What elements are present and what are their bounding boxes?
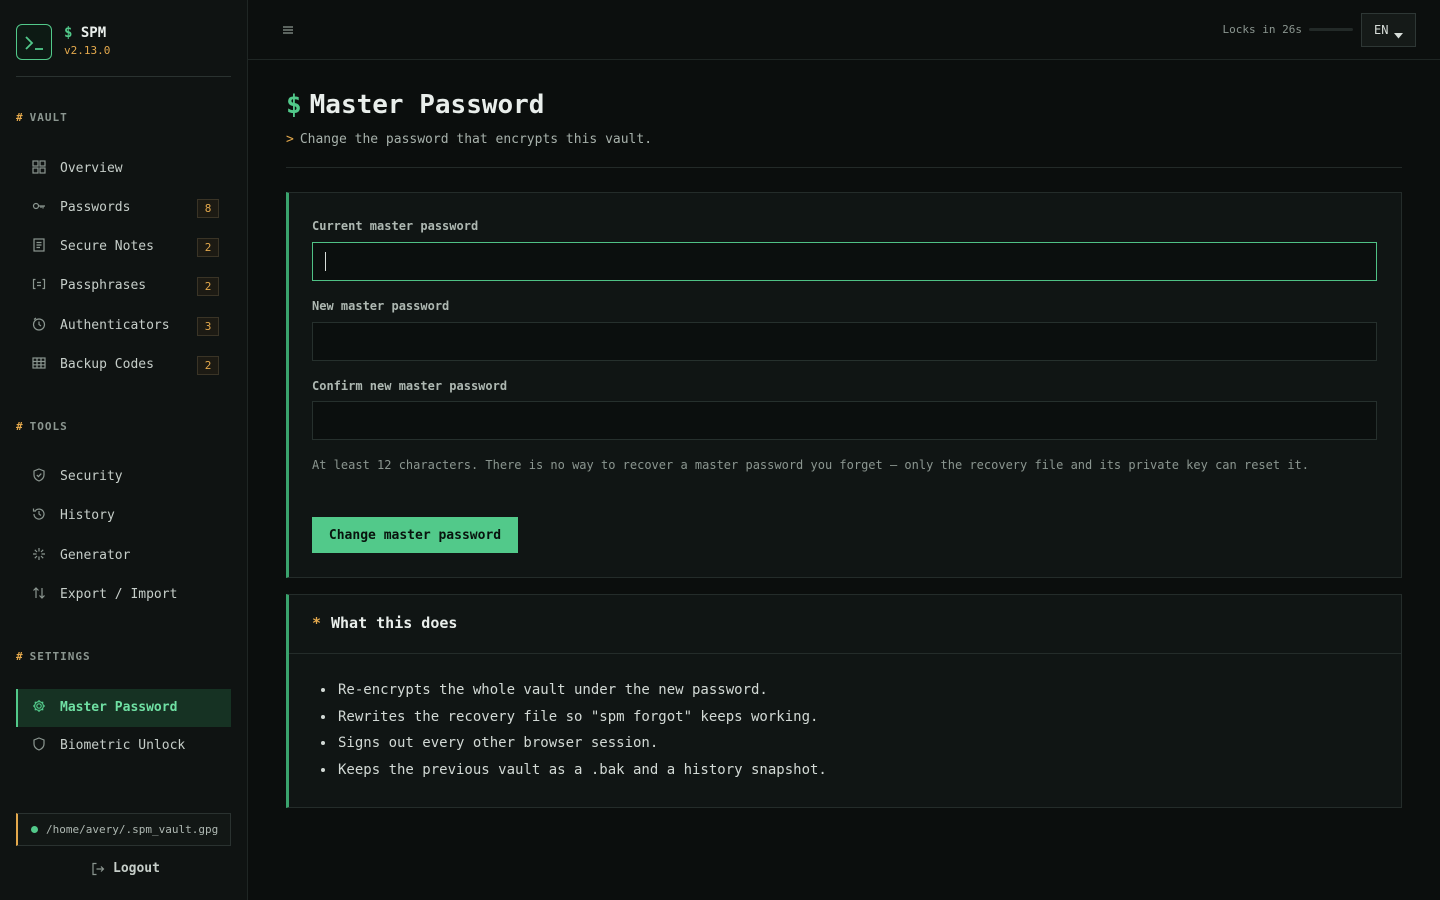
terminal-logo-icon	[16, 24, 52, 60]
sidebar-item-label: Authenticators	[60, 318, 170, 333]
sidebar: $ SPM v2.13.0 # VAULT Overview Passwords …	[0, 0, 248, 900]
count-badge: 2	[197, 356, 219, 375]
lock-timer-text: Locks in 26s	[1222, 23, 1302, 36]
sidebar-item-label: Biometric Unlock	[60, 738, 186, 753]
info-title: What this does	[331, 614, 458, 632]
sidebar-item-label: Generator	[60, 548, 131, 563]
count-badge: 8	[197, 199, 219, 218]
sidebar-item-label: Passphrases	[60, 278, 147, 293]
sidebar-item-label: Passwords	[60, 200, 131, 215]
brand: $ SPM v2.13.0	[16, 24, 231, 77]
app-name: $ SPM	[64, 25, 107, 41]
language-value: EN	[1374, 23, 1389, 37]
current-password-field[interactable]	[312, 242, 1377, 281]
timer-icon	[32, 317, 46, 331]
text-cursor	[325, 252, 326, 271]
page-subtitle: > Change the password that encrypts this …	[286, 132, 653, 147]
sidebar-item-label: Export / Import	[60, 587, 178, 602]
note-icon	[32, 238, 46, 252]
change-password-form: Current master password New master passw…	[286, 192, 1402, 578]
sidebar-item-biometric-unlock[interactable]: Biometric Unlock	[16, 727, 231, 765]
grid-icon	[32, 160, 46, 174]
info-panel: * What this does Re-encrypts the whole v…	[286, 594, 1402, 808]
section-heading-tools: # TOOLS	[16, 420, 68, 433]
vault-path-indicator: /home/avery/.spm_vault.gpg	[16, 813, 231, 846]
info-marker: *	[312, 614, 322, 632]
status-dot-icon	[31, 826, 38, 833]
sidebar-item-history[interactable]: History	[16, 497, 231, 535]
confirm-password-field[interactable]	[312, 401, 1377, 440]
hamburger-icon	[283, 26, 293, 34]
list-item: Keeps the previous vault as a .bak and a…	[336, 757, 827, 784]
list-item: Signs out every other browser session.	[336, 730, 827, 757]
top-bar: Locks in 26s EN	[248, 0, 1440, 60]
sidebar-item-backup-codes[interactable]: Backup Codes 2	[16, 346, 231, 384]
sidebar-item-label: History	[60, 508, 115, 523]
password-hint: At least 12 characters. There is no way …	[312, 458, 1309, 472]
brackets-icon	[32, 277, 46, 291]
confirm-password-label: Confirm new master password	[312, 379, 508, 393]
info-list: Re-encrypts the whole vault under the ne…	[336, 677, 827, 784]
count-badge: 2	[197, 238, 219, 257]
logout-icon	[91, 862, 105, 880]
logout-label: Logout	[113, 861, 160, 876]
menu-toggle-button[interactable]	[281, 23, 295, 37]
chevron-down-icon	[1394, 28, 1403, 43]
current-password-label: Current master password	[312, 219, 479, 233]
sidebar-item-label: Master Password	[60, 700, 178, 715]
sidebar-item-label: Security	[60, 469, 123, 484]
list-item: Re-encrypts the whole vault under the ne…	[336, 677, 827, 704]
app-version: v2.13.0	[64, 44, 111, 57]
count-badge: 2	[197, 277, 219, 296]
key-icon	[32, 199, 46, 213]
lock-timer-progress	[1309, 28, 1353, 31]
shield-icon	[32, 737, 46, 751]
sidebar-item-overview[interactable]: Overview	[16, 150, 231, 188]
sparkle-icon	[32, 547, 46, 561]
new-password-label: New master password	[312, 299, 450, 313]
gear-icon	[32, 699, 46, 713]
new-password-field[interactable]	[312, 322, 1377, 361]
sidebar-item-label: Backup Codes	[60, 357, 154, 372]
section-heading-settings: # SETTINGS	[16, 650, 91, 663]
count-badge: 3	[197, 317, 219, 336]
sidebar-item-generator[interactable]: Generator	[16, 537, 231, 575]
sidebar-item-secure-notes[interactable]: Secure Notes 2	[16, 228, 231, 266]
sidebar-item-authenticators[interactable]: Authenticators 3	[16, 307, 231, 345]
swap-arrows-icon	[32, 586, 46, 600]
page-title: $ Master Password	[286, 90, 545, 120]
sidebar-item-label: Overview	[60, 161, 123, 176]
table-icon	[32, 356, 46, 370]
info-panel-header: * What this does	[289, 595, 1401, 654]
language-select[interactable]: EN	[1361, 13, 1416, 47]
title-divider	[286, 167, 1402, 168]
sidebar-item-passwords[interactable]: Passwords 8	[16, 189, 231, 227]
history-icon	[32, 507, 46, 521]
change-password-button[interactable]: Change master password	[312, 517, 518, 553]
vault-path-text: /home/avery/.spm_vault.gpg	[46, 823, 219, 836]
list-item: Rewrites the recovery file so "spm forgo…	[336, 704, 827, 731]
sidebar-item-export-import[interactable]: Export / Import	[16, 576, 231, 614]
section-heading-vault: # VAULT	[16, 111, 68, 124]
sidebar-item-security[interactable]: Security	[16, 458, 231, 496]
sidebar-item-label: Secure Notes	[60, 239, 154, 254]
sidebar-item-passphrases[interactable]: Passphrases 2	[16, 267, 231, 305]
sidebar-item-master-password[interactable]: Master Password	[16, 689, 231, 727]
shield-icon	[32, 468, 46, 482]
